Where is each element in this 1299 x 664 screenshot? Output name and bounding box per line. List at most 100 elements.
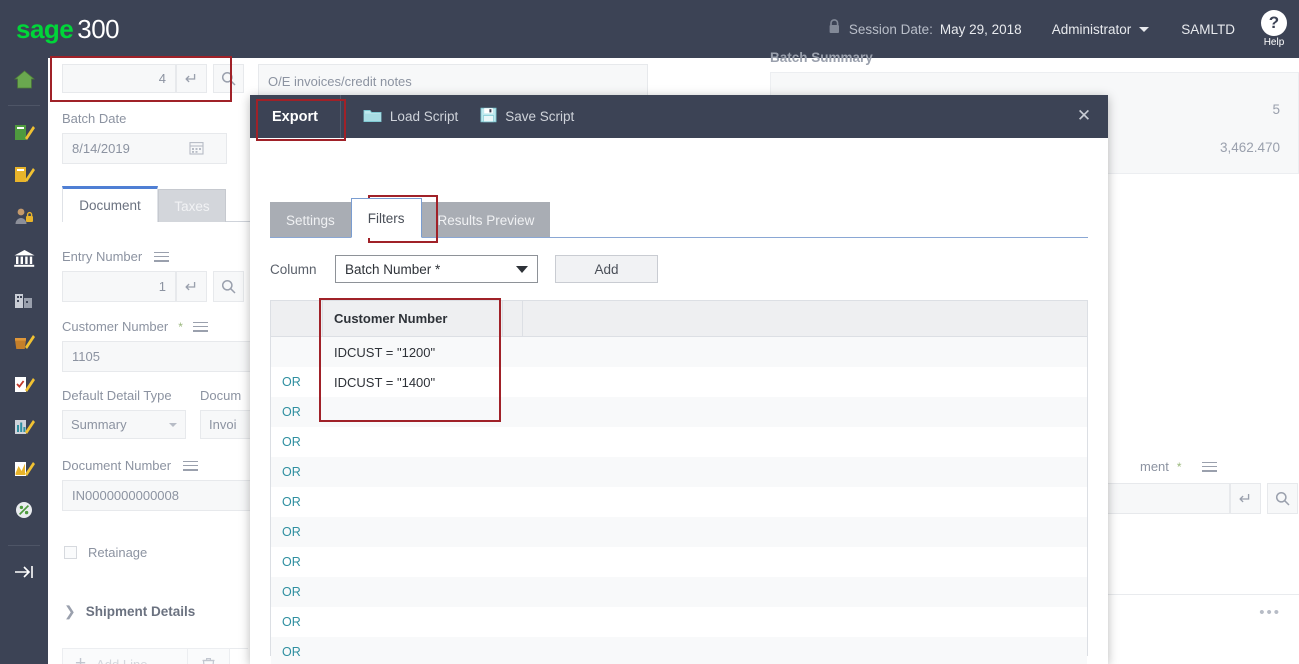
right-field-label: ment xyxy=(1140,459,1169,475)
grid-toolbar: + Add Line xyxy=(62,648,230,664)
entry-number-input[interactable]: 1 xyxy=(62,271,176,302)
save-script-button[interactable]: Save Script xyxy=(480,107,574,126)
entry-number-menu-icon[interactable] xyxy=(154,249,170,264)
plus-icon: + xyxy=(75,653,87,664)
filter-grid-header-rest xyxy=(523,301,1087,336)
filter-row[interactable]: OR xyxy=(271,547,1087,577)
document-number-menu-icon[interactable] xyxy=(183,458,199,473)
batch-date-input[interactable]: 8/14/2019 xyxy=(62,133,227,164)
administrator-menu[interactable]: Administrator xyxy=(1052,22,1150,37)
filter-row[interactable]: OR xyxy=(271,427,1087,457)
filter-row[interactable]: OR IDCUST = "1400" xyxy=(271,367,1087,397)
filter-row-operator[interactable]: OR xyxy=(271,435,323,449)
default-detail-type-select[interactable]: Summary xyxy=(62,410,186,439)
sidebar-item-general-ledger[interactable] xyxy=(0,111,48,153)
filter-row-operator[interactable]: OR xyxy=(271,645,323,659)
shipment-details-section[interactable]: ❯ Shipment Details xyxy=(64,603,195,620)
filter-row-operator[interactable]: OR xyxy=(271,525,323,539)
entry-number-search-button[interactable] xyxy=(213,271,244,302)
filter-grid: Customer Number IDCUST = "1200" OR IDCUST … xyxy=(270,300,1088,664)
app-root: sage 300 Session Date: May 29, 2018 Admin… xyxy=(0,0,1299,664)
dialog-body: Settings Filters Results Preview Column … xyxy=(250,138,1108,664)
add-line-label: Add Line xyxy=(96,656,148,664)
export-dialog: Export Load Script Save Script ✕ Setting… xyxy=(250,95,1108,664)
batch-number-search-button[interactable] xyxy=(213,64,244,93)
filter-row[interactable]: IDCUST = "1200" xyxy=(271,337,1087,367)
logo-sage-text: sage xyxy=(16,13,74,44)
right-field-enter-button[interactable]: ↵ xyxy=(1230,483,1261,514)
sidebar-item-user-security[interactable] xyxy=(0,195,48,237)
tab-settings[interactable]: Settings xyxy=(270,202,351,238)
right-field-menu-icon[interactable] xyxy=(1201,459,1217,474)
overflow-menu-icon[interactable]: ••• xyxy=(1259,604,1281,621)
sidebar-item-analysis-chart[interactable] xyxy=(0,447,48,489)
filter-row-operator[interactable]: OR xyxy=(271,555,323,569)
add-filter-button[interactable]: Add xyxy=(555,255,658,283)
batch-number-group: 4 ↵ xyxy=(62,64,244,93)
filter-row-operator[interactable]: OR xyxy=(271,495,323,509)
sidebar-item-tax-services[interactable] xyxy=(0,489,48,531)
sidebar-item-reports-bar-chart[interactable] xyxy=(0,405,48,447)
customer-number-menu-icon[interactable] xyxy=(192,319,208,334)
retainage-label: Retainage xyxy=(88,545,148,560)
filter-row[interactable]: OR xyxy=(271,577,1087,607)
right-field-label-group: ment * xyxy=(1140,459,1217,474)
filter-row[interactable]: OR xyxy=(271,607,1087,637)
add-line-button[interactable]: + Add Line xyxy=(62,648,188,664)
batch-summary-count: 5 xyxy=(1272,102,1280,117)
filter-row[interactable]: OR xyxy=(271,487,1087,517)
shipment-details-label: Shipment Details xyxy=(85,604,196,619)
tab-filters[interactable]: Filters xyxy=(350,198,422,238)
filter-row[interactable]: OR xyxy=(271,517,1087,547)
collapse-arrow-icon[interactable] xyxy=(0,551,48,593)
sidebar-item-bank-services[interactable] xyxy=(0,237,48,279)
filter-row-value[interactable]: IDCUST = "1200" xyxy=(323,345,503,360)
filter-row-operator[interactable]: OR xyxy=(271,375,323,389)
filter-row[interactable]: OR xyxy=(271,637,1087,664)
sidebar-item-accounts-payable[interactable] xyxy=(0,153,48,195)
retainage-checkbox-row[interactable]: Retainage xyxy=(64,545,147,560)
tab-results-preview[interactable]: Results Preview xyxy=(421,202,551,238)
batch-summary-amount: 3,462.470 xyxy=(1219,140,1280,155)
default-detail-type-label: Default Detail Type xyxy=(62,388,172,403)
sage-logo[interactable]: sage 300 xyxy=(16,13,120,45)
right-field-required-marker: * xyxy=(1176,459,1182,474)
help-label: Help xyxy=(1263,37,1285,48)
filter-grid-header: Customer Number xyxy=(271,301,1087,337)
filter-row-operator[interactable]: OR xyxy=(271,585,323,599)
calendar-icon[interactable] xyxy=(189,140,204,158)
retainage-checkbox[interactable] xyxy=(64,546,77,559)
tab-taxes[interactable]: Taxes xyxy=(158,189,226,222)
document-type-value: Invoi xyxy=(209,417,237,432)
filter-row[interactable]: OR xyxy=(271,397,1087,427)
filter-row[interactable]: OR xyxy=(271,457,1087,487)
filter-row-value[interactable]: IDCUST = "1400" xyxy=(323,375,503,390)
close-icon[interactable]: ✕ xyxy=(1074,106,1094,126)
sidebar-item-common-services[interactable] xyxy=(0,279,48,321)
default-detail-type-value: Summary xyxy=(71,417,127,432)
right-field-search-button[interactable] xyxy=(1267,483,1298,514)
batch-number-enter-button[interactable]: ↵ xyxy=(176,64,207,93)
load-script-label: Load Script xyxy=(389,109,459,124)
batch-number-input[interactable]: 4 xyxy=(62,64,176,93)
tab-document[interactable]: Document xyxy=(62,186,158,222)
delete-line-button[interactable] xyxy=(188,648,230,664)
column-selector-row: Column Batch Number * Add xyxy=(270,255,658,283)
filter-grid-rows: IDCUST = "1200" OR IDCUST = "1400" OR OR OR OR… xyxy=(271,337,1087,664)
sidebar-item-home[interactable] xyxy=(0,58,48,100)
document-type-display[interactable]: O/E invoices/credit notes xyxy=(258,64,648,98)
load-script-button[interactable]: Load Script xyxy=(363,108,458,126)
form-tabs: Document Taxes xyxy=(62,186,226,222)
filter-row-operator[interactable]: OR xyxy=(271,615,323,629)
dialog-title: Export xyxy=(250,95,341,138)
filter-row-operator[interactable]: OR xyxy=(271,405,323,419)
column-dropdown[interactable]: Batch Number * xyxy=(335,255,538,283)
entry-number-enter-button[interactable]: ↵ xyxy=(176,271,207,302)
right-field-group: ↵ xyxy=(1078,483,1298,514)
help-button[interactable]: ? Help xyxy=(1261,10,1287,48)
sidebar-item-order-entry[interactable] xyxy=(0,363,48,405)
filter-row-operator[interactable]: OR xyxy=(271,465,323,479)
sidebar-item-inventory-control[interactable] xyxy=(0,321,48,363)
filter-grid-header-operator xyxy=(271,301,323,336)
chevron-down-icon xyxy=(516,265,528,273)
